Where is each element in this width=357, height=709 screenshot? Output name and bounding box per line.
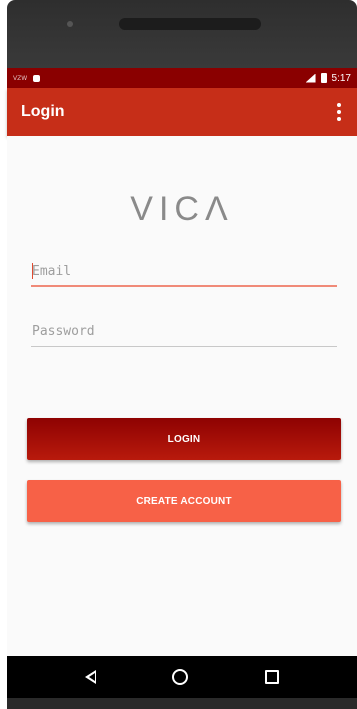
battery-icon (320, 73, 327, 83)
phone-bezel-top (7, 0, 357, 68)
signal-icon (305, 73, 316, 83)
email-field[interactable] (31, 257, 337, 287)
navigation-bar (7, 656, 357, 698)
app-bar: Login (7, 88, 357, 136)
back-icon[interactable] (85, 670, 97, 684)
camera-icon (67, 21, 73, 27)
create-account-button[interactable]: CREATE ACCOUNT (27, 480, 341, 522)
overflow-menu-icon[interactable] (333, 99, 345, 125)
phone-bezel-bottom (7, 698, 357, 709)
password-field[interactable] (31, 317, 337, 347)
login-button[interactable]: LOGIN (27, 418, 341, 460)
status-bar: VZW 5:17 (7, 68, 357, 88)
app-logo: VICΛ (130, 190, 234, 228)
notification-icon (33, 74, 41, 82)
page-title: Login (21, 103, 65, 120)
recents-icon[interactable] (264, 670, 279, 684)
login-content: VICΛ LOGIN CREATE ACCOUNT (7, 136, 357, 656)
status-time: 5:17 (331, 72, 351, 84)
speaker-grille (119, 18, 261, 30)
text-cursor (32, 263, 33, 279)
carrier-label: VZW (13, 74, 28, 82)
home-icon[interactable] (172, 669, 189, 685)
